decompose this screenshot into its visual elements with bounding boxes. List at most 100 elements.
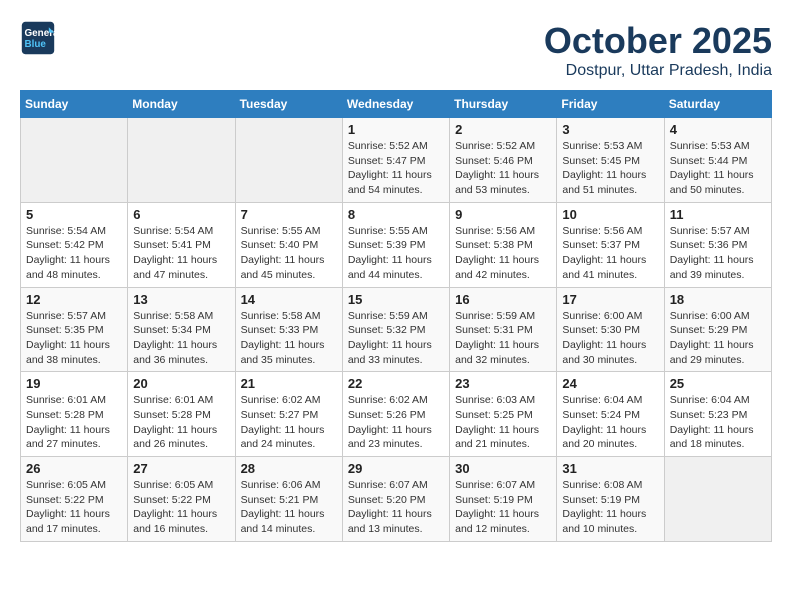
weekday-header-wednesday: Wednesday xyxy=(342,91,449,118)
calendar-cell: 19Sunrise: 6:01 AM Sunset: 5:28 PM Dayli… xyxy=(21,372,128,457)
calendar-cell: 1 Sunrise: 5:52 AM Sunset: 5:47 PM Daylig… xyxy=(342,118,449,203)
day-number: 5 xyxy=(26,207,122,222)
day-number: 21 xyxy=(241,376,337,391)
day-info: Sunrise: 5:58 AM Sunset: 5:34 PM Dayligh… xyxy=(133,309,229,368)
day-info: Sunrise: 6:00 AM Sunset: 5:30 PM Dayligh… xyxy=(562,309,658,368)
calendar-cell: 11 Sunrise: 5:57 AM Sunset: 5:36 PM Dayli… xyxy=(664,202,771,287)
calendar-cell: 22Sunrise: 6:02 AM Sunset: 5:26 PM Dayli… xyxy=(342,372,449,457)
day-info: Sunrise: 6:07 AM Sunset: 5:20 PM Dayligh… xyxy=(348,478,444,537)
calendar-cell: 6 Sunrise: 5:54 AM Sunset: 5:41 PM Daylig… xyxy=(128,202,235,287)
day-info: Sunrise: 5:54 AM Sunset: 5:42 PM Dayligh… xyxy=(26,224,122,283)
day-info: Sunrise: 5:55 AM Sunset: 5:39 PM Dayligh… xyxy=(348,224,444,283)
calendar-header: SundayMondayTuesdayWednesdayThursdayFrid… xyxy=(21,91,772,118)
day-info: Sunrise: 5:56 AM Sunset: 5:37 PM Dayligh… xyxy=(562,224,658,283)
calendar-cell: 15Sunrise: 5:59 AM Sunset: 5:32 PM Dayli… xyxy=(342,287,449,372)
day-number: 11 xyxy=(670,207,766,222)
day-info: Sunrise: 6:01 AM Sunset: 5:28 PM Dayligh… xyxy=(133,393,229,452)
weekday-header-tuesday: Tuesday xyxy=(235,91,342,118)
calendar-week-5: 26 Sunrise: 6:05 AM Sunset: 5:22 PM Dayli… xyxy=(21,457,772,542)
day-info: Sunrise: 5:52 AM Sunset: 5:46 PM Dayligh… xyxy=(455,139,551,198)
logo-icon: General Blue xyxy=(20,20,56,56)
day-number: 10 xyxy=(562,207,658,222)
day-number: 16 xyxy=(455,292,551,307)
day-info: Sunrise: 6:04 AM Sunset: 5:23 PM Dayligh… xyxy=(670,393,766,452)
calendar-cell: 31 Sunrise: 6:08 AM Sunset: 5:19 PM Dayli… xyxy=(557,457,664,542)
day-info: Sunrise: 5:55 AM Sunset: 5:40 PM Dayligh… xyxy=(241,224,337,283)
day-number: 27 xyxy=(133,461,229,476)
calendar-cell: 7 Sunrise: 5:55 AM Sunset: 5:40 PM Daylig… xyxy=(235,202,342,287)
calendar-cell: 20 Sunrise: 6:01 AM Sunset: 5:28 PM Dayli… xyxy=(128,372,235,457)
svg-text:Blue: Blue xyxy=(25,39,47,50)
calendar-cell: 30Sunrise: 6:07 AM Sunset: 5:19 PM Dayli… xyxy=(450,457,557,542)
calendar-cell: 29 Sunrise: 6:07 AM Sunset: 5:20 PM Dayli… xyxy=(342,457,449,542)
day-number: 13 xyxy=(133,292,229,307)
calendar-week-3: 12 Sunrise: 5:57 AM Sunset: 5:35 PM Dayli… xyxy=(21,287,772,372)
day-number: 31 xyxy=(562,461,658,476)
calendar-cell: 18Sunrise: 6:00 AM Sunset: 5:29 PM Dayli… xyxy=(664,287,771,372)
day-info: Sunrise: 5:59 AM Sunset: 5:31 PM Dayligh… xyxy=(455,309,551,368)
day-info: Sunrise: 5:57 AM Sunset: 5:35 PM Dayligh… xyxy=(26,309,122,368)
calendar-cell: 17Sunrise: 6:00 AM Sunset: 5:30 PM Dayli… xyxy=(557,287,664,372)
day-number: 6 xyxy=(133,207,229,222)
day-info: Sunrise: 6:05 AM Sunset: 5:22 PM Dayligh… xyxy=(133,478,229,537)
day-number: 1 xyxy=(348,122,444,137)
day-info: Sunrise: 6:06 AM Sunset: 5:21 PM Dayligh… xyxy=(241,478,337,537)
weekday-header-saturday: Saturday xyxy=(664,91,771,118)
weekday-header-monday: Monday xyxy=(128,91,235,118)
day-number: 29 xyxy=(348,461,444,476)
day-number: 23 xyxy=(455,376,551,391)
calendar-cell xyxy=(21,118,128,203)
title-area: October 2025 Dostpur, Uttar Pradesh, Ind… xyxy=(544,20,772,80)
day-info: Sunrise: 6:05 AM Sunset: 5:22 PM Dayligh… xyxy=(26,478,122,537)
day-info: Sunrise: 6:02 AM Sunset: 5:27 PM Dayligh… xyxy=(241,393,337,452)
calendar-body: 1 Sunrise: 5:52 AM Sunset: 5:47 PM Daylig… xyxy=(21,118,772,542)
day-number: 18 xyxy=(670,292,766,307)
calendar-cell xyxy=(128,118,235,203)
day-info: Sunrise: 5:54 AM Sunset: 5:41 PM Dayligh… xyxy=(133,224,229,283)
day-info: Sunrise: 5:56 AM Sunset: 5:38 PM Dayligh… xyxy=(455,224,551,283)
calendar-cell: 13 Sunrise: 5:58 AM Sunset: 5:34 PM Dayli… xyxy=(128,287,235,372)
calendar-cell: 16 Sunrise: 5:59 AM Sunset: 5:31 PM Dayli… xyxy=(450,287,557,372)
calendar-cell: 5 Sunrise: 5:54 AM Sunset: 5:42 PM Daylig… xyxy=(21,202,128,287)
calendar-cell: 21 Sunrise: 6:02 AM Sunset: 5:27 PM Dayli… xyxy=(235,372,342,457)
day-number: 7 xyxy=(241,207,337,222)
day-info: Sunrise: 5:57 AM Sunset: 5:36 PM Dayligh… xyxy=(670,224,766,283)
day-info: Sunrise: 5:59 AM Sunset: 5:32 PM Dayligh… xyxy=(348,309,444,368)
day-info: Sunrise: 6:04 AM Sunset: 5:24 PM Dayligh… xyxy=(562,393,658,452)
weekday-header-friday: Friday xyxy=(557,91,664,118)
day-info: Sunrise: 5:53 AM Sunset: 5:45 PM Dayligh… xyxy=(562,139,658,198)
day-info: Sunrise: 6:08 AM Sunset: 5:19 PM Dayligh… xyxy=(562,478,658,537)
day-number: 2 xyxy=(455,122,551,137)
calendar-week-4: 19Sunrise: 6:01 AM Sunset: 5:28 PM Dayli… xyxy=(21,372,772,457)
day-info: Sunrise: 6:01 AM Sunset: 5:28 PM Dayligh… xyxy=(26,393,122,452)
calendar-week-1: 1 Sunrise: 5:52 AM Sunset: 5:47 PM Daylig… xyxy=(21,118,772,203)
calendar-cell: 27 Sunrise: 6:05 AM Sunset: 5:22 PM Dayli… xyxy=(128,457,235,542)
calendar-cell: 28 Sunrise: 6:06 AM Sunset: 5:21 PM Dayli… xyxy=(235,457,342,542)
day-number: 14 xyxy=(241,292,337,307)
calendar-cell: 10 Sunrise: 5:56 AM Sunset: 5:37 PM Dayli… xyxy=(557,202,664,287)
calendar-cell: 2 Sunrise: 5:52 AM Sunset: 5:46 PM Daylig… xyxy=(450,118,557,203)
calendar-cell: 12 Sunrise: 5:57 AM Sunset: 5:35 PM Dayli… xyxy=(21,287,128,372)
logo: General Blue xyxy=(20,20,56,56)
day-info: Sunrise: 6:07 AM Sunset: 5:19 PM Dayligh… xyxy=(455,478,551,537)
calendar-cell xyxy=(235,118,342,203)
location-title: Dostpur, Uttar Pradesh, India xyxy=(544,62,772,80)
day-number: 4 xyxy=(670,122,766,137)
weekday-header-thursday: Thursday xyxy=(450,91,557,118)
calendar-cell: 23 Sunrise: 6:03 AM Sunset: 5:25 PM Dayli… xyxy=(450,372,557,457)
day-info: Sunrise: 5:58 AM Sunset: 5:33 PM Dayligh… xyxy=(241,309,337,368)
day-info: Sunrise: 6:03 AM Sunset: 5:25 PM Dayligh… xyxy=(455,393,551,452)
day-info: Sunrise: 5:53 AM Sunset: 5:44 PM Dayligh… xyxy=(670,139,766,198)
day-info: Sunrise: 5:52 AM Sunset: 5:47 PM Dayligh… xyxy=(348,139,444,198)
weekday-header-sunday: Sunday xyxy=(21,91,128,118)
calendar-cell: 26 Sunrise: 6:05 AM Sunset: 5:22 PM Dayli… xyxy=(21,457,128,542)
day-number: 24 xyxy=(562,376,658,391)
day-number: 28 xyxy=(241,461,337,476)
page-header: General Blue October 2025 Dostpur, Uttar… xyxy=(20,20,772,80)
calendar-cell: 24 Sunrise: 6:04 AM Sunset: 5:24 PM Dayli… xyxy=(557,372,664,457)
day-number: 20 xyxy=(133,376,229,391)
day-number: 12 xyxy=(26,292,122,307)
day-number: 26 xyxy=(26,461,122,476)
calendar-cell: 4 Sunrise: 5:53 AM Sunset: 5:44 PM Daylig… xyxy=(664,118,771,203)
day-number: 22 xyxy=(348,376,444,391)
